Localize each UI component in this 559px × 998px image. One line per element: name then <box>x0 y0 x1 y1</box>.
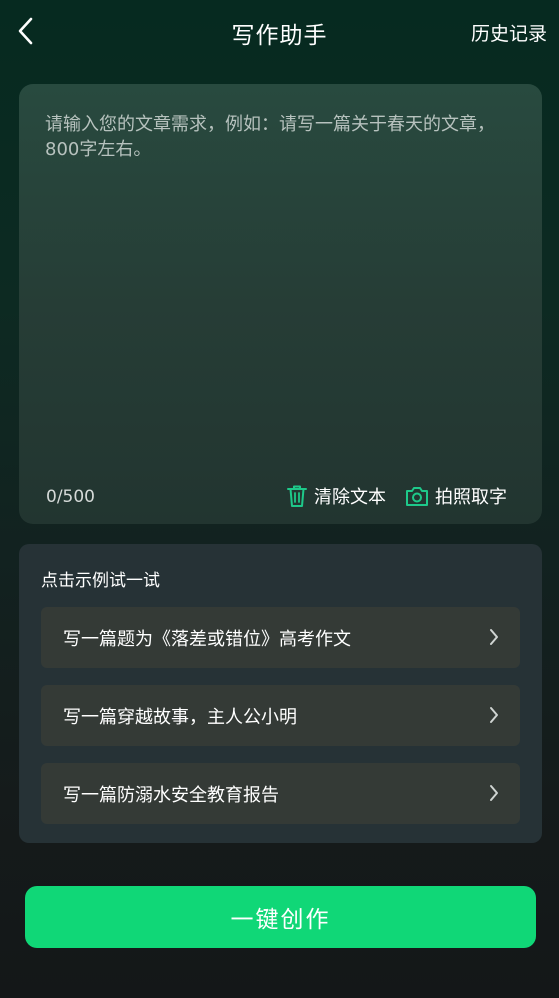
history-link[interactable]: 历史记录 <box>471 19 547 46</box>
input-card: 0/500 清除文本 拍照取字 <box>19 84 542 524</box>
clear-text-label: 清除文本 <box>314 487 386 508</box>
example-item-label: 写一篇题为《落差或错位》高考作文 <box>63 629 351 650</box>
trash-icon <box>286 484 308 508</box>
chevron-right-icon <box>490 629 498 645</box>
request-input[interactable] <box>45 112 495 472</box>
examples-card: 点击示例试一试 写一篇题为《落差或错位》高考作文 写一篇穿越故事，主人公小明 写… <box>19 544 542 843</box>
example-item-label: 写一篇穿越故事，主人公小明 <box>63 707 297 728</box>
photo-ocr-button[interactable]: 拍照取字 <box>405 483 507 509</box>
examples-title: 点击示例试一试 <box>41 571 160 591</box>
header: 写作助手 历史记录 <box>0 0 559 62</box>
chevron-right-icon <box>490 707 498 723</box>
example-item[interactable]: 写一篇题为《落差或错位》高考作文 <box>41 607 520 668</box>
photo-ocr-label: 拍照取字 <box>435 487 507 508</box>
example-item[interactable]: 写一篇穿越故事，主人公小明 <box>41 685 520 746</box>
char-count: 0/500 <box>46 487 95 507</box>
chevron-right-icon <box>490 785 498 801</box>
clear-text-button[interactable]: 清除文本 <box>286 483 386 509</box>
example-item-label: 写一篇防溺水安全教育报告 <box>63 785 279 806</box>
camera-icon <box>405 485 429 507</box>
example-item[interactable]: 写一篇防溺水安全教育报告 <box>41 763 520 824</box>
create-button[interactable]: 一键创作 <box>25 886 536 948</box>
